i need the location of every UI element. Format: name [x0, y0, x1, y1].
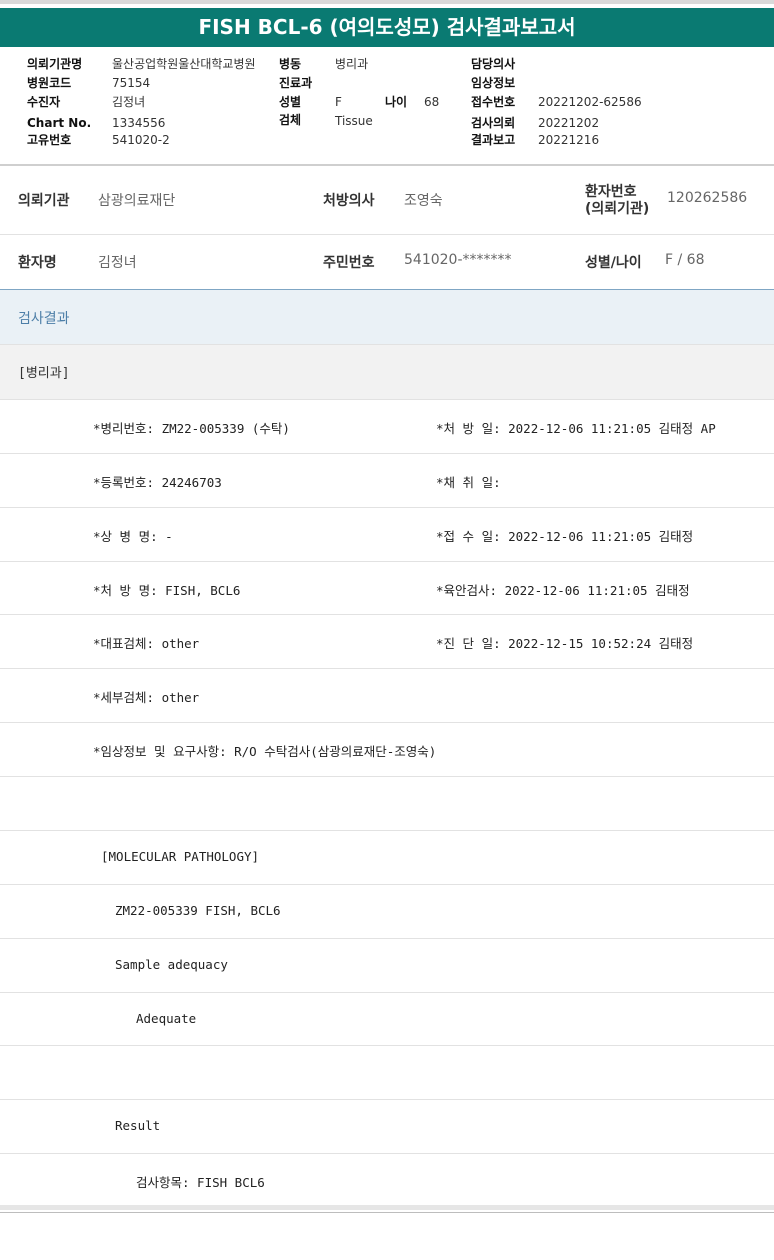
header-label: 성별 — [279, 95, 302, 109]
divider — [0, 453, 774, 454]
header-label: 결과보고 — [471, 133, 516, 147]
result-left: *상 병 명: - — [93, 529, 173, 544]
divider — [0, 234, 774, 235]
divider — [0, 938, 774, 939]
patient-name-label: 환자명 — [18, 255, 57, 271]
header-value: 20221216 — [538, 133, 600, 147]
patient-name-value: 김정녀 — [98, 255, 137, 271]
department-bar — [0, 345, 774, 399]
result-left: *병리번호: ZM22-005339 (수탁) — [93, 421, 290, 436]
bottom-rule — [0, 1212, 774, 1213]
result-left: *등록번호: 24246703 — [93, 475, 222, 490]
result-right: *처 방 일: 2022-12-06 11:21:05 김태정 AP — [436, 421, 716, 436]
result-right: *진 단 일: 2022-12-15 10:52:24 김태정 — [436, 636, 694, 651]
divider — [0, 561, 774, 562]
patient-id-sublabel: (의뢰기관) — [585, 201, 650, 217]
divider — [0, 668, 774, 669]
institution-value: 삼광의료재단 — [98, 193, 176, 209]
result-left: *처 방 명: FISH, BCL6 — [93, 583, 241, 598]
divider — [0, 399, 774, 400]
report-line: Result — [115, 1118, 161, 1133]
result-right: *접 수 일: 2022-12-06 11:21:05 김태정 — [436, 529, 694, 544]
results-header-bar — [0, 290, 774, 344]
report-line: Adequate — [136, 1011, 197, 1026]
header-label: Chart No. — [27, 116, 92, 130]
report-line: ZM22-005339 FISH, BCL6 — [115, 903, 281, 918]
results-title: 검사결과 — [18, 311, 70, 327]
divider — [0, 1153, 774, 1154]
header-label: 의뢰기관명 — [27, 57, 83, 71]
header-label: 검체 — [279, 113, 302, 127]
divider — [0, 1099, 774, 1100]
header-value: 20221202-62586 — [538, 95, 642, 109]
header-label: 진료과 — [279, 76, 313, 90]
result-left: *세부검체: other — [93, 690, 200, 705]
divider — [0, 884, 774, 885]
header-value: 75154 — [112, 76, 151, 90]
header-label: 나이 — [385, 95, 408, 109]
header-divider — [0, 164, 774, 166]
header-label: 검사의뢰 — [471, 116, 516, 130]
result-left: *임상정보 및 요구사항: R/O 수탁검사(삼광의료재단-조영숙) — [93, 744, 437, 759]
report-title: FISH BCL-6 (여의도성모) 검사결과보고서 — [0, 8, 774, 47]
header-value: 541020-2 — [112, 133, 170, 147]
result-right: *육안검사: 2022-12-06 11:21:05 김태정 — [436, 583, 690, 598]
divider — [0, 614, 774, 615]
institution-label: 의뢰기관 — [18, 193, 70, 209]
header-value: 68 — [424, 95, 440, 109]
header-label: 수진자 — [27, 95, 61, 109]
doctor-value: 조영숙 — [404, 193, 443, 209]
divider — [0, 1045, 774, 1046]
header-label: 고유번호 — [27, 133, 72, 147]
top-border — [0, 0, 774, 4]
department-label: [병리과] — [18, 366, 70, 381]
header-value: 병리과 — [335, 57, 369, 71]
report-line: [MOLECULAR PATHOLOGY] — [101, 849, 260, 864]
header-value: Tissue — [335, 114, 373, 128]
header-value: 김정녀 — [112, 95, 146, 109]
report-line: 검사항목: FISH BCL6 — [136, 1175, 265, 1190]
result-left: *대표검체: other — [93, 636, 200, 651]
header-value: 1334556 — [112, 116, 166, 130]
divider — [0, 776, 774, 777]
divider — [0, 830, 774, 831]
report-line: Sample adequacy — [115, 957, 228, 972]
rrn-value: 541020-******* — [404, 252, 512, 268]
header-label: 접수번호 — [471, 95, 516, 109]
header-label: 병원코드 — [27, 76, 72, 90]
sex-age-label: 성별/나이 — [585, 255, 642, 271]
divider — [0, 722, 774, 723]
header-label: 임상정보 — [471, 76, 516, 90]
header-label: 담당의사 — [471, 57, 516, 71]
header-label: 병동 — [279, 57, 302, 71]
result-right: *채 취 일: — [436, 475, 501, 490]
header-value: 20221202 — [538, 116, 600, 130]
rrn-label: 주민번호 — [323, 255, 375, 271]
doctor-label: 처방의사 — [323, 193, 375, 209]
sex-age-value: F / 68 — [665, 252, 705, 268]
bottom-border — [0, 1205, 774, 1210]
divider — [0, 507, 774, 508]
divider — [0, 992, 774, 993]
patient-id-value: 120262586 — [667, 190, 748, 206]
header-value: 울산공업학원울산대학교병원 — [112, 57, 256, 71]
header-value: F — [335, 95, 342, 109]
